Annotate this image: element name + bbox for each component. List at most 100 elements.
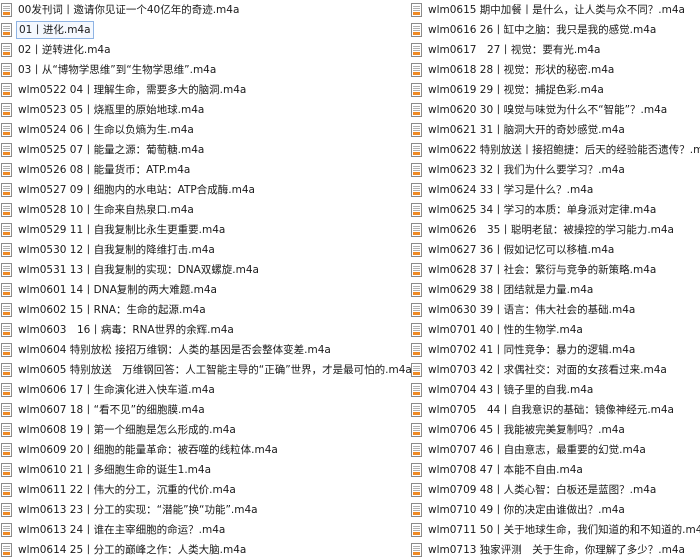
audio-file-icon bbox=[411, 363, 422, 377]
file-name: wlm0709 48丨人类心智：白板还是蓝图？.m4a bbox=[428, 484, 657, 496]
audio-file-icon bbox=[411, 103, 422, 117]
audio-file-icon bbox=[1, 3, 12, 17]
file-item[interactable]: wlm0524 06丨生命以负熵为生.m4a bbox=[0, 120, 400, 140]
file-name: wlm0603 16丨病毒：RNA世界的余辉.m4a bbox=[18, 324, 234, 336]
file-item[interactable]: wlm0629 38丨团结就是力量.m4a bbox=[410, 280, 700, 300]
file-item[interactable]: wlm0606 17丨生命演化进入快车道.m4a bbox=[0, 380, 400, 400]
audio-file-icon bbox=[411, 443, 422, 457]
file-name: wlm0528 10丨生命来自热泉口.m4a bbox=[18, 204, 194, 216]
file-item[interactable]: wlm0610 21丨多细胞生命的诞生1.m4a bbox=[0, 460, 400, 480]
file-item[interactable]: wlm0620 30丨嗅觉与味觉为什么不“智能”？.m4a bbox=[410, 100, 700, 120]
file-item[interactable]: wlm0624 33丨学习是什么？.m4a bbox=[410, 180, 700, 200]
file-item[interactable]: wlm0529 11丨自我复制比永生更重要.m4a bbox=[0, 220, 400, 240]
file-item[interactable]: wlm0615 期中加餐丨是什么，让人类与众不同？.m4a bbox=[410, 0, 700, 20]
file-name: wlm0526 08丨能量货币：ATP.m4a bbox=[18, 164, 191, 176]
file-item[interactable]: wlm0708 47丨本能不自由.m4a bbox=[410, 460, 700, 480]
file-name: wlm0522 04丨理解生命，需要多大的脑洞.m4a bbox=[18, 84, 247, 96]
file-name: wlm0711 50丨关于地球生命，我们知道的和不知道的.m4a bbox=[428, 524, 700, 536]
file-item[interactable]: wlm0711 50丨关于地球生命，我们知道的和不知道的.m4a bbox=[410, 520, 700, 540]
file-item[interactable]: wlm0703 42丨求偶社交：对面的女孩看过来.m4a bbox=[410, 360, 700, 380]
audio-file-icon bbox=[411, 523, 422, 537]
file-item[interactable]: wlm0605 特别放送 万维钢回答：人工智能主导的“正确”世界，才是最可怕的.… bbox=[0, 360, 412, 380]
file-list-right-column: wlm0615 期中加餐丨是什么，让人类与众不同？.m4a wlm0616 26丨… bbox=[410, 0, 700, 560]
file-item[interactable]: wlm0622 特别放送丨接招鲍捷：后天的经验能否遗传？.m4a bbox=[410, 140, 700, 160]
audio-file-icon bbox=[1, 123, 12, 137]
file-name: wlm0619 29丨视觉：捕捉色彩.m4a bbox=[428, 84, 604, 96]
file-item[interactable]: wlm0623 32丨我们为什么要学习？.m4a bbox=[410, 160, 700, 180]
file-item[interactable]: wlm0701 40丨性的生物学.m4a bbox=[410, 320, 700, 340]
audio-file-icon bbox=[411, 203, 422, 217]
file-name: wlm0608 19丨第一个细胞是怎么形成的.m4a bbox=[18, 424, 236, 436]
file-name: wlm0622 特别放送丨接招鲍捷：后天的经验能否遗传？.m4a bbox=[428, 144, 700, 156]
file-item[interactable]: wlm0702 41丨同性竞争：暴力的逻辑.m4a bbox=[410, 340, 700, 360]
file-item[interactable]: wlm0525 07丨能量之源：葡萄糖.m4a bbox=[0, 140, 400, 160]
file-name: wlm0602 15丨RNA：生命的起源.m4a bbox=[18, 304, 206, 316]
file-item[interactable]: wlm0704 43丨镜子里的自我.m4a bbox=[410, 380, 700, 400]
audio-file-icon bbox=[411, 383, 422, 397]
audio-file-icon bbox=[411, 283, 422, 297]
audio-file-icon bbox=[1, 283, 12, 297]
audio-file-icon bbox=[411, 83, 422, 97]
file-name: wlm0627 36丨假如记忆可以移植.m4a bbox=[428, 244, 615, 256]
file-item[interactable]: wlm0609 20丨细胞的能量革命：被吞噬的线粒体.m4a bbox=[0, 440, 400, 460]
file-item[interactable]: wlm0611 22丨伟大的分工，沉重的代价.m4a bbox=[0, 480, 400, 500]
audio-file-icon bbox=[1, 443, 12, 457]
file-name: wlm0713 独家评测 关于生命，你理解了多少？.m4a bbox=[428, 544, 685, 556]
file-name: wlm0614 25丨分工的巅峰之作：人类大脑.m4a bbox=[18, 544, 247, 556]
file-name: wlm0524 06丨生命以负熵为生.m4a bbox=[18, 124, 194, 136]
file-item[interactable]: 00发刊词丨邀请你见证一个40亿年的奇迹.m4a bbox=[0, 0, 400, 20]
file-item[interactable]: wlm0710 49丨你的决定由谁做出？.m4a bbox=[410, 500, 700, 520]
file-item[interactable]: 01丨进化.m4a bbox=[0, 20, 400, 40]
file-name: wlm0609 20丨细胞的能量革命：被吞噬的线粒体.m4a bbox=[18, 444, 278, 456]
file-item[interactable]: wlm0603 16丨病毒：RNA世界的余辉.m4a bbox=[0, 320, 400, 340]
file-item[interactable]: wlm0628 37丨社会：繁衍与竞争的新策略.m4a bbox=[410, 260, 700, 280]
file-name: wlm0707 46丨自由意志，最重要的幻觉.m4a bbox=[428, 444, 646, 456]
file-item[interactable]: wlm0527 09丨细胞内的水电站：ATP合成酶.m4a bbox=[0, 180, 400, 200]
file-item[interactable]: wlm0528 10丨生命来自热泉口.m4a bbox=[0, 200, 400, 220]
file-item[interactable]: wlm0614 25丨分工的巅峰之作：人类大脑.m4a bbox=[0, 540, 400, 560]
audio-file-icon bbox=[411, 403, 422, 417]
file-name: wlm0621 31丨脑洞大开的奇妙感觉.m4a bbox=[428, 124, 625, 136]
file-item[interactable]: wlm0619 29丨视觉：捕捉色彩.m4a bbox=[410, 80, 700, 100]
file-item[interactable]: wlm0602 15丨RNA：生命的起源.m4a bbox=[0, 300, 400, 320]
file-item[interactable]: wlm0709 48丨人类心智：白板还是蓝图？.m4a bbox=[410, 480, 700, 500]
file-item[interactable]: 03丨从“博物学思维”到“生物学思维”.m4a bbox=[0, 60, 400, 80]
file-item[interactable]: wlm0626 35丨聪明老鼠：被操控的学习能力.m4a bbox=[410, 220, 700, 240]
file-item[interactable]: wlm0522 04丨理解生命，需要多大的脑洞.m4a bbox=[0, 80, 400, 100]
file-item[interactable]: wlm0705 44丨自我意识的基础：镜像神经元.m4a bbox=[410, 400, 700, 420]
file-item[interactable]: wlm0713 独家评测 关于生命，你理解了多少？.m4a bbox=[410, 540, 700, 560]
file-name: wlm0626 35丨聪明老鼠：被操控的学习能力.m4a bbox=[428, 224, 674, 236]
file-item[interactable]: 02丨逆转进化.m4a bbox=[0, 40, 400, 60]
audio-file-icon bbox=[1, 163, 12, 177]
file-name: wlm0710 49丨你的决定由谁做出？.m4a bbox=[428, 504, 625, 516]
file-name: wlm0607 18丨“看不见”的细胞膜.m4a bbox=[18, 404, 205, 416]
file-item[interactable]: wlm0531 13丨自我复制的实现：DNA双螺旋.m4a bbox=[0, 260, 400, 280]
audio-file-icon bbox=[1, 83, 12, 97]
file-item[interactable]: wlm0625 34丨学习的本质：单身派对定律.m4a bbox=[410, 200, 700, 220]
file-item[interactable]: wlm0523 05丨烧瓶里的原始地球.m4a bbox=[0, 100, 400, 120]
file-name: wlm0616 26丨缸中之脑：我只是我的感觉.m4a bbox=[428, 24, 657, 36]
file-item[interactable]: wlm0526 08丨能量货币：ATP.m4a bbox=[0, 160, 400, 180]
file-item[interactable]: wlm0618 28丨视觉：形状的秘密.m4a bbox=[410, 60, 700, 80]
file-name: wlm0704 43丨镜子里的自我.m4a bbox=[428, 384, 594, 396]
file-item[interactable]: wlm0616 26丨缸中之脑：我只是我的感觉.m4a bbox=[410, 20, 700, 40]
audio-file-icon bbox=[1, 103, 12, 117]
file-item[interactable]: wlm0613 24丨谁在主宰细胞的命运？.m4a bbox=[0, 520, 400, 540]
file-item[interactable]: wlm0601 14丨DNA复制的两大难题.m4a bbox=[0, 280, 400, 300]
audio-file-icon bbox=[411, 243, 422, 257]
audio-file-icon bbox=[411, 123, 422, 137]
file-item[interactable]: wlm0630 39丨语言：伟大社会的基础.m4a bbox=[410, 300, 700, 320]
file-item[interactable]: wlm0617 27丨视觉：要有光.m4a bbox=[410, 40, 700, 60]
file-item[interactable]: wlm0613 23丨分工的实现：“潜能”换“功能”.m4a bbox=[0, 500, 400, 520]
file-name: wlm0701 40丨性的生物学.m4a bbox=[428, 324, 583, 336]
file-item[interactable]: wlm0607 18丨“看不见”的细胞膜.m4a bbox=[0, 400, 400, 420]
file-name: wlm0611 22丨伟大的分工，沉重的代价.m4a bbox=[18, 484, 236, 496]
file-item[interactable]: wlm0530 12丨自我复制的降维打击.m4a bbox=[0, 240, 400, 260]
audio-file-icon bbox=[1, 303, 12, 317]
file-item[interactable]: wlm0627 36丨假如记忆可以移植.m4a bbox=[410, 240, 700, 260]
file-item[interactable]: wlm0621 31丨脑洞大开的奇妙感觉.m4a bbox=[410, 120, 700, 140]
file-item[interactable]: wlm0706 45丨我能被完美复制吗？.m4a bbox=[410, 420, 700, 440]
file-item[interactable]: wlm0604 特别放松 接招万维钢：人类的基因是否会整体变差.m4a bbox=[0, 340, 400, 360]
file-item[interactable]: wlm0608 19丨第一个细胞是怎么形成的.m4a bbox=[0, 420, 400, 440]
file-item[interactable]: wlm0707 46丨自由意志，最重要的幻觉.m4a bbox=[410, 440, 700, 460]
